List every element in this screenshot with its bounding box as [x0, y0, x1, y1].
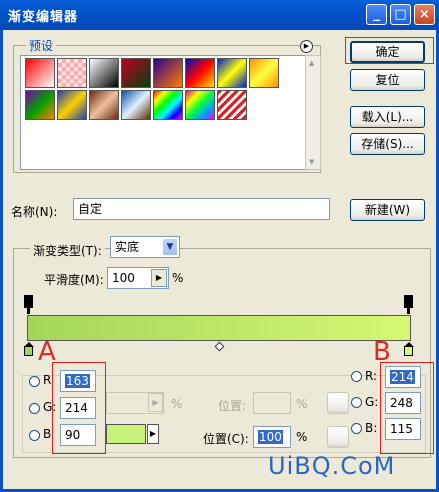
new-button[interactable]: 新建(W): [350, 199, 425, 221]
preset-swatch-violet-orange[interactable]: [153, 58, 183, 88]
preset-swatch-red-stripes[interactable]: [217, 90, 247, 120]
radio-r-a[interactable]: [29, 376, 40, 387]
preset-swatch-violet-green-orange[interactable]: [25, 90, 55, 120]
opacity-unit: %: [171, 397, 183, 411]
name-label: 名称(N):: [11, 205, 58, 219]
opacity-location-field: [253, 392, 291, 414]
presets-menu-icon[interactable]: ▶: [300, 40, 313, 53]
opacity-arrow-icon: ▶: [148, 393, 163, 412]
opacity-delete-button: [327, 392, 349, 414]
presets-label: 预设: [26, 37, 57, 54]
r-value-b: 214: [390, 370, 415, 384]
r-field-a[interactable]: 163: [60, 370, 96, 392]
ok-button[interactable]: 确定: [350, 41, 425, 63]
color-arrow-icon[interactable]: ▶: [147, 424, 159, 444]
b-label-a: B: [43, 427, 52, 441]
chevron-down-icon[interactable]: ▼: [162, 238, 178, 256]
preset-swatch-blue-red-yellow[interactable]: [185, 58, 215, 88]
g-label-b: G:: [365, 395, 379, 409]
b-field-b[interactable]: 115: [385, 418, 421, 440]
minimize-button[interactable]: _: [366, 4, 387, 25]
smoothness-value: 100: [112, 271, 135, 285]
watermark-text: UiBQ.CoM: [268, 452, 396, 480]
title-bar: 渐变编辑器 _ □ ×: [0, 0, 439, 30]
color-delete-button[interactable]: [327, 426, 349, 448]
r-label-a: R: [43, 373, 52, 387]
color-stop-right[interactable]: [404, 346, 413, 356]
r-value-a: 163: [65, 374, 90, 388]
opacity-stop-left-stem: [27, 308, 30, 314]
smoothness-arrow-icon[interactable]: ▶: [151, 269, 167, 287]
color-location-label: 位置(C):: [203, 432, 249, 446]
r-field-b[interactable]: 214: [385, 366, 421, 388]
gradient-type-select[interactable]: 实底 ▼: [110, 236, 180, 258]
preset-swatch-white-black[interactable]: [89, 58, 119, 88]
preset-swatch-orange-yellow-orange[interactable]: [249, 58, 279, 88]
color-location-field[interactable]: 100: [253, 426, 291, 448]
preset-swatch-red-transparent[interactable]: [25, 58, 55, 88]
presets-scrollbar[interactable]: ▲ ▼: [305, 55, 321, 170]
opacity-stop-right[interactable]: [404, 295, 413, 308]
save-button[interactable]: 存储(S)...: [350, 133, 425, 155]
preset-swatch-red-green[interactable]: [121, 58, 151, 88]
maximize-button[interactable]: □: [390, 4, 411, 25]
g-field-b[interactable]: 248: [385, 392, 421, 414]
smoothness-unit: %: [172, 271, 184, 285]
smoothness-field[interactable]: 100 ▶: [107, 267, 169, 289]
preset-swatch-blue-yellow-blue[interactable]: [217, 58, 247, 88]
preset-swatch-copper[interactable]: [89, 90, 119, 120]
radio-g-a[interactable]: [29, 403, 40, 414]
radio-b-b[interactable]: [351, 423, 362, 434]
b-field-a[interactable]: 90: [60, 424, 96, 446]
radio-b-a[interactable]: [29, 430, 40, 441]
preset-swatch-spectrum[interactable]: [153, 90, 183, 120]
color-location-unit: %: [296, 430, 308, 444]
opacity-location-label: 位置:: [218, 399, 247, 413]
name-field[interactable]: 自定: [73, 198, 330, 220]
radio-g-b[interactable]: [351, 397, 362, 408]
preset-swatch-transparent-rainbow[interactable]: [185, 90, 215, 120]
window-title: 渐变编辑器: [8, 10, 79, 25]
opacity-stop-right-stem: [407, 308, 410, 314]
color-location-value: 100: [258, 430, 283, 444]
opacity-location-unit: %: [296, 397, 308, 411]
load-button[interactable]: 载入(L)...: [350, 106, 425, 128]
r-label-b: R:: [365, 369, 378, 383]
color-stop-left[interactable]: [24, 346, 33, 356]
gradient-type-value: 实底: [115, 240, 140, 254]
color-swatch[interactable]: [106, 424, 146, 444]
reset-button[interactable]: 复位: [350, 69, 425, 91]
radio-r-b[interactable]: [351, 371, 362, 382]
opacity-stop-left[interactable]: [24, 295, 33, 308]
g-field-a[interactable]: 214: [60, 397, 96, 419]
preset-swatch-blue-gold[interactable]: [57, 90, 87, 120]
b-label-b: B:: [365, 421, 378, 435]
preset-swatch-red-checker[interactable]: [57, 58, 87, 88]
gradient-type-label: 渐变类型(T):: [30, 242, 105, 259]
gradient-preview-bar[interactable]: [27, 315, 411, 341]
smoothness-label: 平滑度(M):: [44, 273, 104, 287]
preset-swatch-chrome[interactable]: [121, 90, 151, 120]
close-button[interactable]: ×: [414, 4, 435, 25]
